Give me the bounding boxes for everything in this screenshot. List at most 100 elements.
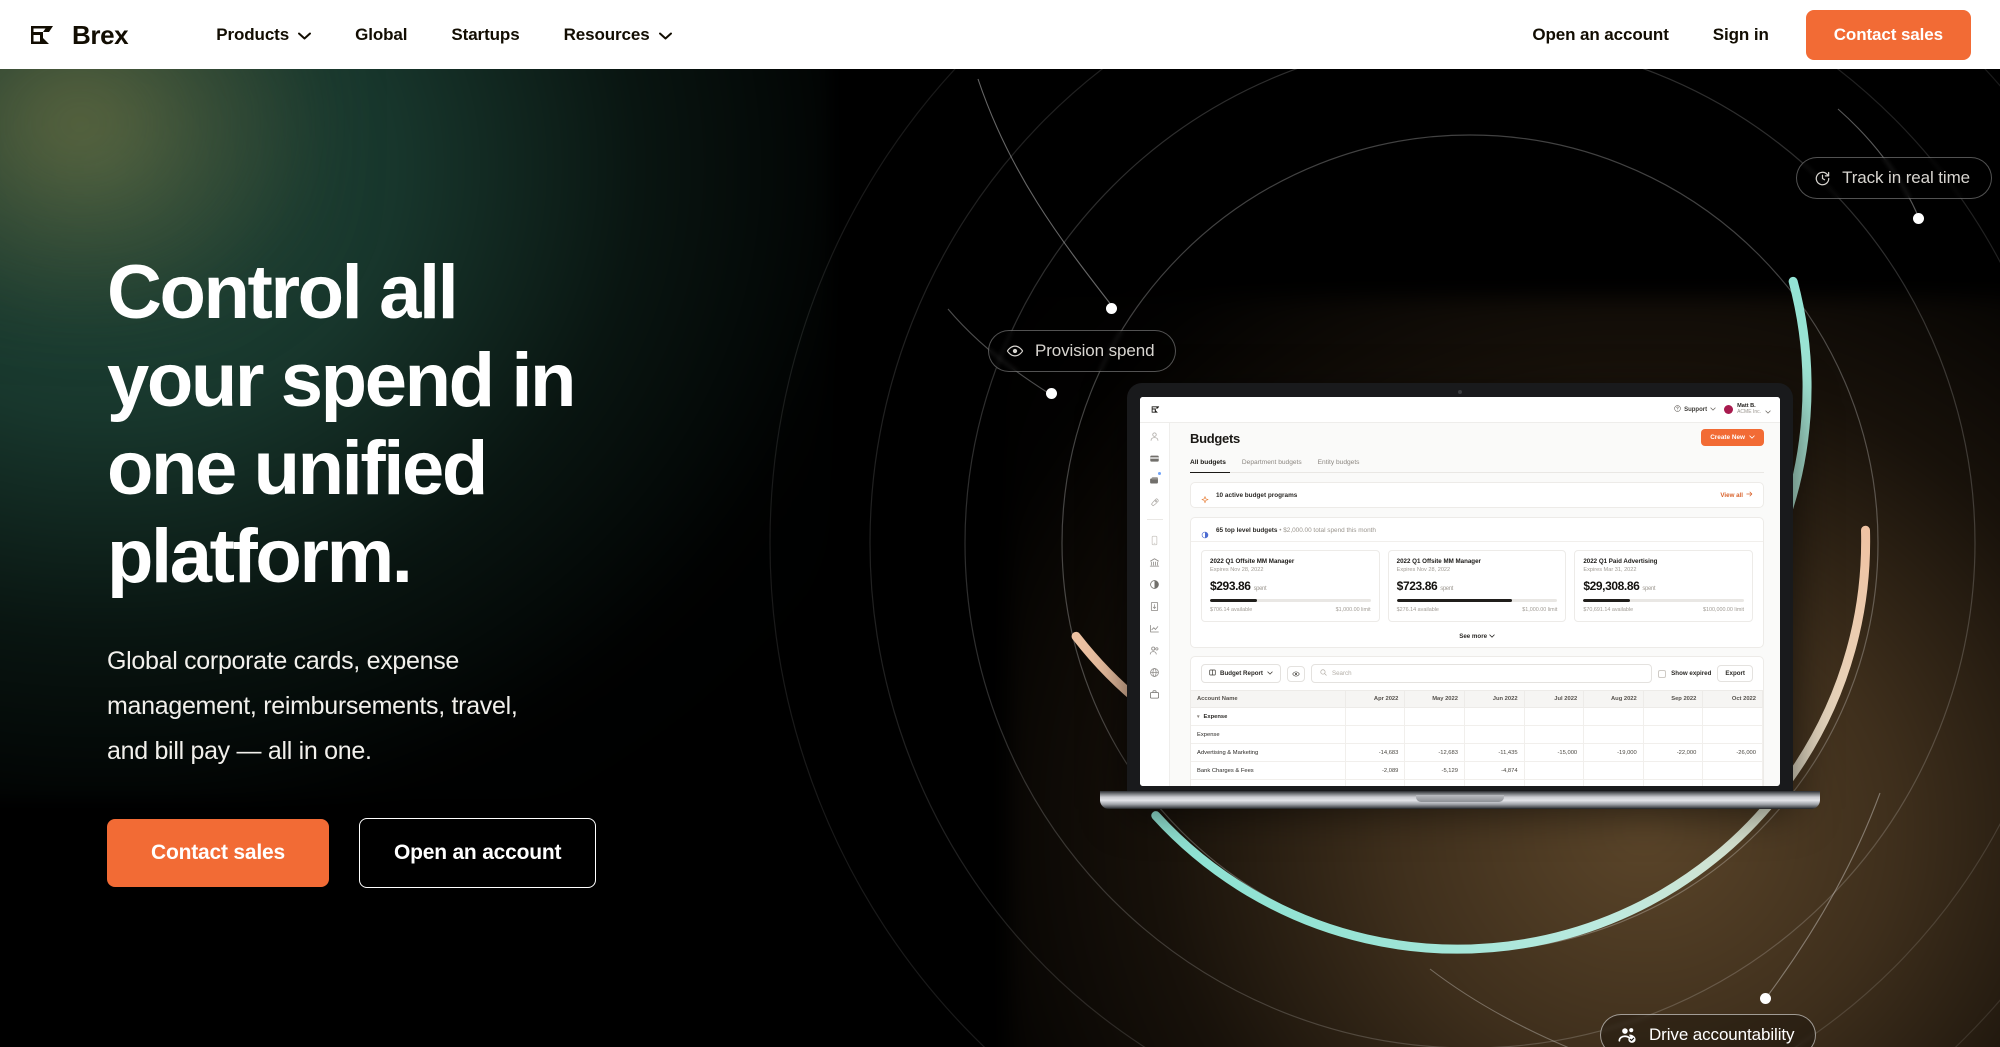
active-programs-label: 10 active budget programs [1216, 491, 1298, 499]
cell: -130,084 [1702, 779, 1763, 786]
notification-badge [1158, 472, 1161, 475]
cell [1583, 761, 1644, 780]
sign-in-link[interactable]: Sign in [1691, 15, 1791, 55]
budget-card-amount-value: $29,308.86 [1583, 579, 1640, 593]
cell [1583, 707, 1644, 726]
eye-icon [1006, 342, 1024, 360]
budget-card-available: $70,691.14 available [1583, 607, 1634, 613]
laptop-notch [1416, 795, 1504, 802]
toggle-visibility-button[interactable] [1286, 665, 1305, 682]
active-programs-card[interactable]: 10 active budget programs View all [1190, 482, 1764, 508]
budget-card[interactable]: 2022 Q1 Offsite MM Manager Expires Nov 2… [1387, 550, 1567, 622]
row-name-cell: Bank Charges & Fees [1191, 761, 1346, 780]
table-row[interactable]: ▾ Expense [1191, 707, 1763, 726]
budget-card-available: $706.14 available [1210, 607, 1253, 613]
nav-item-products[interactable]: Products [194, 15, 333, 55]
budget-card-amount-value: $293.86 [1210, 579, 1251, 593]
brex-logo[interactable]: Brex [29, 22, 129, 48]
chevron-down-icon [1749, 434, 1755, 441]
col-may-2022[interactable]: May 2022 [1404, 690, 1465, 708]
cell: -19,000 [1583, 743, 1644, 762]
sidebar-item-rocket[interactable] [1149, 495, 1160, 507]
table-row[interactable]: ▸Contractors -127,084 -130,059 -132,035 … [1191, 779, 1763, 787]
open-an-account-link[interactable]: Open an account [1510, 15, 1690, 55]
sidebar-item-globe[interactable] [1149, 665, 1160, 677]
nav-item-global[interactable]: Global [333, 15, 429, 55]
chevron-down-icon[interactable]: ▾ [1197, 714, 1200, 720]
table-toolbar: Budget Report Search Show expired Export [1191, 657, 1763, 690]
table-row[interactable]: Expense [1191, 725, 1763, 744]
create-new-label: Create New [1710, 434, 1745, 441]
support-menu[interactable]: Support [1674, 405, 1716, 414]
row-name-cell: ▸ Contractors [1191, 779, 1346, 787]
sidebar-item-pie-chart[interactable] [1149, 577, 1160, 589]
nav-left-group: Brex Products Global Startups Resources [0, 15, 694, 55]
table-row[interactable]: Bank Charges & Fees -2,089 -5,129 -4,874 [1191, 761, 1763, 780]
pill-provision-spend[interactable]: Provision spend [988, 330, 1177, 372]
dashboard-page-title: Budgets [1190, 431, 1240, 446]
row-name-cell: ▾ Expense [1191, 707, 1346, 726]
budget-card-progress-bar [1210, 599, 1371, 602]
col-sep-2022[interactable]: Sep 2022 [1643, 690, 1704, 708]
clock-refresh-icon [1814, 170, 1831, 187]
see-more-button[interactable]: See more [1191, 628, 1763, 647]
tab-department-budgets[interactable]: Department budgets [1242, 459, 1302, 466]
col-account-name[interactable]: Account Name [1191, 690, 1346, 708]
tab-entity-budgets[interactable]: Entity budgets [1318, 459, 1360, 466]
view-all-link[interactable]: View all [1720, 491, 1753, 499]
pill-drive-accountability[interactable]: Drive accountability [1600, 1014, 1817, 1047]
user-org: ACME Inc. [1737, 408, 1761, 415]
sidebar-item-wallet[interactable] [1149, 451, 1160, 462]
nav-item-startups[interactable]: Startups [429, 15, 541, 55]
col-jul-2022[interactable]: Jul 2022 [1523, 690, 1585, 708]
cell [1702, 725, 1763, 744]
show-expired-label: Show expired [1671, 670, 1712, 677]
open-an-account-button-hero[interactable]: Open an account [358, 818, 597, 888]
sidebar-item-briefcase[interactable] [1149, 687, 1160, 699]
budget-card[interactable]: 2022 Q1 Paid Advertising Expires Mar 31,… [1574, 550, 1754, 622]
sidebar-item-document[interactable] [1149, 599, 1160, 611]
col-jun-2022[interactable]: Jun 2022 [1464, 690, 1525, 708]
arrow-right-icon [1746, 491, 1753, 499]
export-button[interactable]: Export [1717, 665, 1753, 682]
hero-subtitle: Global corporate cards, expense manageme… [107, 647, 518, 765]
chevron-down-icon [658, 25, 672, 45]
pill-track-in-real-time[interactable]: Track in real time [1796, 157, 1992, 199]
sidebar-item-chart-line[interactable] [1149, 621, 1160, 633]
sidebar-item-card[interactable] [1149, 472, 1161, 484]
search-placeholder: Search [1331, 670, 1352, 677]
col-oct-2022[interactable]: Oct 2022 [1702, 690, 1763, 708]
row-name-cell: Advertising & Marketing [1191, 743, 1346, 762]
col-apr-2022[interactable]: Apr 2022 [1345, 690, 1406, 708]
dashboard-body: Budgets Create New All budgets Departmen… [1140, 397, 1780, 786]
cell [1702, 761, 1763, 780]
contact-sales-button-nav[interactable]: Contact sales [1805, 9, 1971, 60]
cell: -130,059 [1404, 779, 1465, 786]
tab-all-budgets[interactable]: All budgets [1190, 459, 1226, 466]
sidebar-item-person[interactable] [1149, 429, 1160, 441]
col-aug-2022[interactable]: Aug 2022 [1583, 690, 1644, 708]
hero-section: Control all your spend in one unified pl… [0, 69, 2000, 1047]
table-row[interactable]: Advertising & Marketing -14,683 -12,683 … [1191, 743, 1763, 762]
user-account-menu[interactable]: Matt B. ACME Inc. [1724, 401, 1771, 419]
budget-card[interactable]: 2022 Q1 Offsite MM Manager Expires Nov 2… [1201, 550, 1380, 622]
search-input[interactable]: Search [1310, 664, 1653, 683]
sidebar-item-people[interactable] [1149, 643, 1160, 655]
sidebar-item-bank[interactable] [1149, 555, 1160, 567]
cell: -12,683 [1404, 743, 1465, 762]
cell [1464, 725, 1525, 744]
diamond-sparkle-icon [1201, 491, 1209, 504]
cell [1643, 761, 1704, 780]
budget-card-expires: Expires Nov 28, 2022 [1210, 567, 1264, 573]
budget-card-available: $276.14 available [1396, 607, 1439, 613]
create-new-button[interactable]: Create New [1701, 429, 1764, 446]
chevron-right-icon[interactable]: ▸ [1197, 786, 1200, 787]
sidebar-divider [1146, 519, 1163, 520]
show-expired-checkbox[interactable]: Show expired [1658, 669, 1712, 678]
nav-item-resources[interactable]: Resources [542, 15, 694, 55]
search-icon [1320, 669, 1327, 678]
budget-report-dropdown[interactable]: Budget Report [1201, 664, 1281, 683]
contact-sales-button-hero[interactable]: Contact sales [107, 819, 329, 887]
top-level-budgets-card: 65 top level budgets • $2,000.00 total s… [1190, 517, 1764, 648]
sidebar-item-phone[interactable] [1149, 533, 1160, 546]
